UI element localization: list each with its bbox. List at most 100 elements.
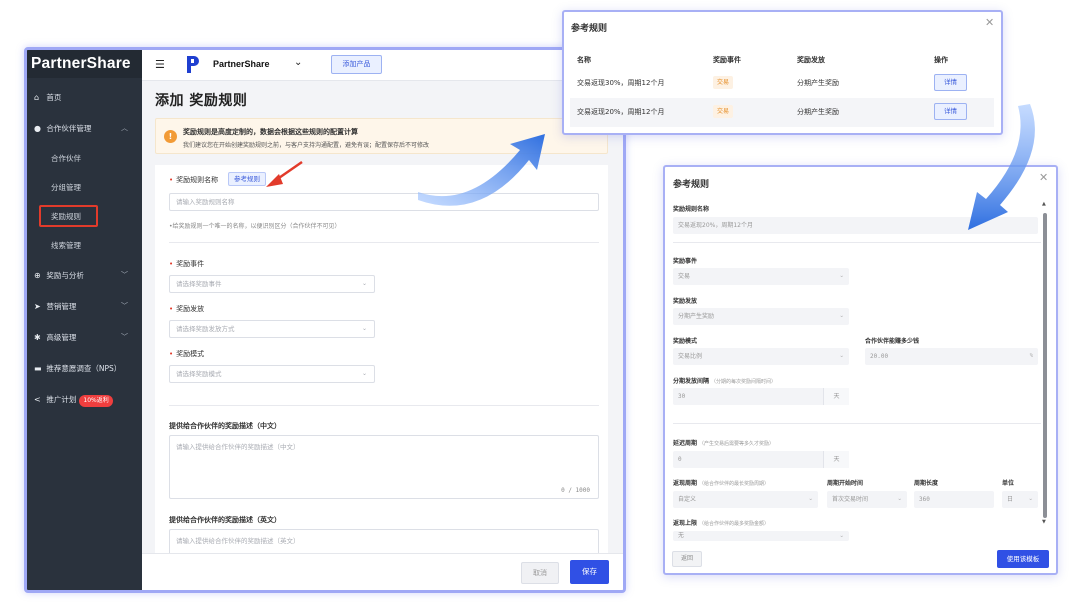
warning-icon: ! [164,130,177,143]
table-row: 交易返现30%，周期12个月 交易 分期产生奖励 详情 [570,69,994,98]
event-tag: 交易 [713,105,734,118]
dialog-title: 参考规则 [673,180,710,190]
column-header: 名称 [577,56,591,64]
payout-cell: 分期产生奖励 [797,108,839,116]
cancel-button[interactable]: 取消 [521,562,559,584]
sidebar: PartnerShare ⌂ 首页 ● 合作伙伴管理 ︿ 合作伙伴 分组管理 奖励… [27,50,142,590]
close-icon[interactable]: ✕ [1039,171,1048,184]
sidebar-item-leads[interactable]: 线索管理 [27,231,142,260]
interval-label: 分期发放间隔 （分期的每次奖励间隔时间） [673,378,777,385]
sidebar-item-label: 高级管理 [46,333,77,342]
start-time-field: 首次交易时间 ⌄ [827,491,907,508]
scroll-up-icon[interactable]: ▲ [1042,201,1046,207]
char-count: 0 / 1000 [561,487,590,494]
partnershare-p-icon [187,56,199,73]
sidebar-item-home[interactable]: ⌂ 首页 [27,82,142,113]
scroll-down-icon[interactable]: ▼ [1042,519,1046,525]
desc-cn-label: 提供给合作伙伴的奖励描述（中文） [169,422,281,430]
gear-icon: ✱ [34,333,41,342]
chevron-down-icon: ⌄ [361,280,367,287]
sidebar-item-groups[interactable]: 分组管理 [27,173,142,202]
sidebar-item-label: 合作伙伴管理 [46,124,92,133]
percent-field: 20.00% [865,348,1038,365]
reference-rules-dialog: 参考规则 ✕ 名称 奖励事件 奖励发放 操作 交易返现30%，周期12个月 交易… [562,10,1003,135]
partnershare-logo: PartnerShare [27,50,142,78]
sidebar-item-marketing[interactable]: ➤ 营销管理 ﹀ [27,291,142,322]
sidebar-item-reward-rules[interactable]: 奖励规则 [27,202,142,231]
use-template-button[interactable]: 使用该模板 [997,550,1049,568]
column-header: 奖励事件 [713,56,741,64]
rule-name-label: • 奖励规则名称 [169,176,219,184]
chevron-down-icon: ⌄ [1028,496,1033,502]
delay-field: 0天 [673,451,849,468]
notice-text: 我们建议您在开始创建奖励规则之前，与客户支持沟通配置，避免有误；配置保存后不可修… [183,142,430,149]
start-time-label: 周期开始时间 [827,480,864,487]
unit-label: 单位 [1002,480,1015,487]
mode-field: 交易比例 ⌄ [673,348,849,365]
sidebar-item-label: 推荐意愿调查（NPS） [46,364,122,373]
add-product-button[interactable]: 添加产品 [331,55,382,74]
rule-name-cell: 交易返现20%，周期12个月 [577,108,665,116]
length-field: 360 [914,491,994,508]
divider [169,405,599,406]
sidebar-item-label: 合作伙伴 [51,154,81,163]
rule-name-input[interactable]: 请输入奖励规则名称 [169,193,599,211]
sidebar-item-partners[interactable]: 合作伙伴 [27,144,142,173]
reference-rule-button[interactable]: 参考规则 [228,172,266,186]
rule-name-field: 交易返现20%，周期12个月 [673,217,1038,234]
reward-rule-form: • 奖励规则名称 参考规则 请输入奖励规则名称 •给奖励规则一个唯一的名称，以便识… [155,165,608,569]
payout-label: • 奖励发放 [169,305,205,313]
topbar: ☰ PartnerShare ⌄ 添加产品 [142,50,623,81]
dialog-title: 参考规则 [571,24,608,34]
notice-title: 奖励规则是高度定制的，数据会根据这些规则的配置计算 [183,128,358,136]
chevron-down-icon: ⌄ [897,496,902,502]
page-title: 添加 奖励规则 [155,93,248,109]
menu-icon[interactable]: ☰ [155,58,165,71]
promo-badge: 10%返利 [79,395,113,407]
chevron-down-icon: ﹀ [121,271,128,279]
sidebar-item-label: 首页 [46,93,62,102]
payout-label: 奖励发放 [673,298,698,305]
sidebar-item-label: 奖励与分析 [46,271,84,280]
back-button[interactable]: 返回 [672,551,702,567]
sidebar-item-rewards-analytics[interactable]: ⊕ 奖励与分析 ﹀ [27,260,142,291]
sidebar-item-label: 奖励规则 [51,212,81,221]
notice-banner: ! 奖励规则是高度定制的，数据会根据这些规则的配置计算 我们建议您在开始创建奖励… [155,118,608,154]
event-label: 奖励事件 [673,258,698,265]
sidebar-item-advanced[interactable]: ✱ 高级管理 ﹀ [27,322,142,353]
app-window: PartnerShare ⌂ 首页 ● 合作伙伴管理 ︿ 合作伙伴 分组管理 奖励… [24,47,626,593]
divider [673,423,1041,424]
scrollbar-thumb[interactable] [1043,213,1047,518]
sidebar-item-label: 线索管理 [51,241,81,250]
brand-name: PartnerShare [213,59,270,69]
chevron-down-icon: ⌄ [839,533,844,539]
delay-label: 延迟周期 （产生交易后需要等多久才奖励） [673,440,775,447]
detail-button[interactable]: 详情 [934,103,967,120]
mode-label: • 奖励模式 [169,350,205,358]
chevron-down-icon: ⌄ [808,496,813,502]
user-icon: ● [34,124,41,133]
chevron-up-icon: ︿ [121,124,128,132]
send-icon: ➤ [34,302,41,311]
close-icon[interactable]: ✕ [985,16,994,29]
payout-select[interactable]: 请选择奖励发放方式 ⌄ [169,320,375,338]
cycle-label: 返现周期 （给合作伙伴的最长奖励周期） [673,480,770,487]
event-select[interactable]: 请选择奖励事件 ⌄ [169,275,375,293]
unit-field: 日 ⌄ [1002,491,1038,508]
desc-en-label: 提供给合作伙伴的奖励描述（英文） [169,516,281,524]
chevron-down-icon: ⌄ [361,370,367,377]
sidebar-item-label: 营销管理 [46,302,77,311]
desc-cn-textarea[interactable]: 请输入提供给合作伙伴的奖励描述（中文） 0 / 1000 [169,435,599,499]
save-button[interactable]: 保存 [570,560,609,584]
sidebar-item-nps[interactable]: ▬ 推荐意愿调查（NPS） [27,353,142,384]
detail-button[interactable]: 详情 [934,74,967,91]
divider [169,242,599,243]
event-label: • 奖励事件 [169,260,205,268]
chat-icon: ▬ [34,364,42,373]
sidebar-item-partner-management[interactable]: ● 合作伙伴管理 ︿ [27,113,142,144]
sidebar-item-promo-plan[interactable]: < 推广计划 10%返利 [27,384,142,415]
mode-select[interactable]: 请选择奖励模式 ⌄ [169,365,375,383]
chevron-down-icon: ⌄ [839,313,844,319]
form-footer: 取消 保存 [142,553,623,590]
chevron-down-icon[interactable]: ⌄ [294,57,302,68]
